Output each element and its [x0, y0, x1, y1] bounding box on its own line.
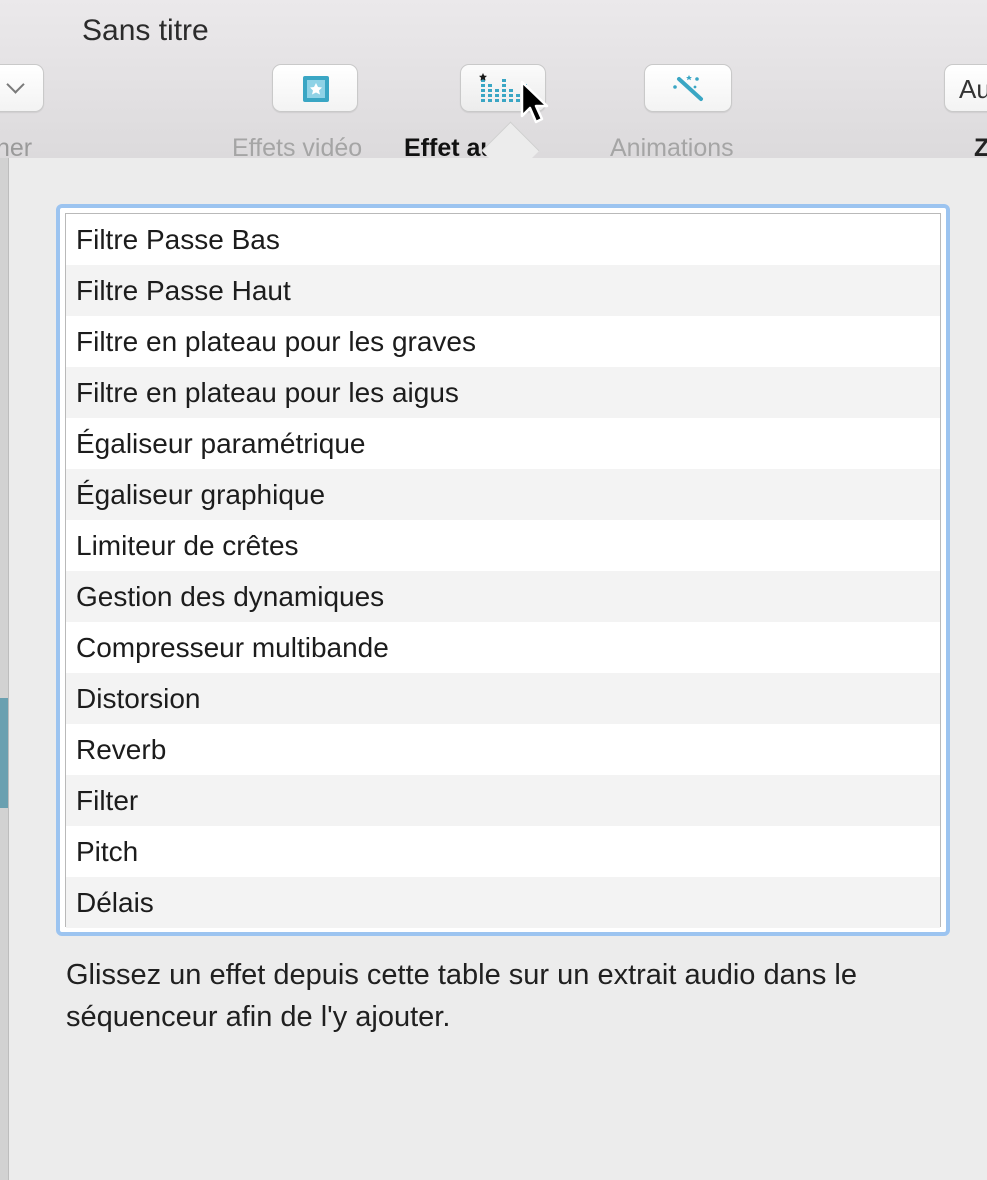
dropdown-button[interactable]: [0, 64, 44, 112]
list-item[interactable]: Pitch: [66, 826, 940, 877]
effects-table-list: Filtre Passe Bas Filtre Passe Haut Filtr…: [65, 213, 941, 928]
help-text: Glissez un effet depuis cette table sur …: [66, 959, 858, 1033]
list-item[interactable]: Délais: [66, 877, 940, 928]
chevron-down-icon: [6, 75, 25, 94]
magic-wand-icon: [673, 75, 703, 101]
list-item[interactable]: Gestion des dynamiques: [66, 571, 940, 622]
list-item[interactable]: Reverb: [66, 724, 940, 775]
popover-arrow-join: [470, 158, 550, 176]
list-item[interactable]: Égaliseur graphique: [66, 469, 940, 520]
list-item[interactable]: Filtre en plateau pour les graves: [66, 316, 940, 367]
animations-button[interactable]: [644, 64, 732, 112]
window-title: Sans titre: [82, 14, 209, 47]
video-effects-icon: [303, 76, 329, 102]
list-item[interactable]: Filtre en plateau pour les aigus: [66, 367, 940, 418]
list-item[interactable]: Compresseur multibande: [66, 622, 940, 673]
mouse-pointer-icon: [520, 80, 549, 124]
list-item[interactable]: Distorsion: [66, 673, 940, 724]
list-item[interactable]: Filter: [66, 775, 940, 826]
list-item[interactable]: Égaliseur paramétrique: [66, 418, 940, 469]
list-item[interactable]: Filtre Passe Bas: [66, 214, 940, 265]
background-window-accent: [0, 698, 8, 808]
effects-table[interactable]: Filtre Passe Bas Filtre Passe Haut Filtr…: [56, 204, 950, 936]
list-item[interactable]: Limiteur de crêtes: [66, 520, 940, 571]
list-item[interactable]: Filtre Passe Haut: [66, 265, 940, 316]
window-toolbar: Sans titre ner Au Z Effets vidéo Effet a…: [0, 0, 987, 162]
video-effects-button[interactable]: [272, 64, 358, 112]
right-toolbar-button[interactable]: Au: [944, 64, 987, 112]
background-window-edge: [0, 158, 8, 1180]
right-toolbar-button-label: Au: [959, 74, 987, 104]
